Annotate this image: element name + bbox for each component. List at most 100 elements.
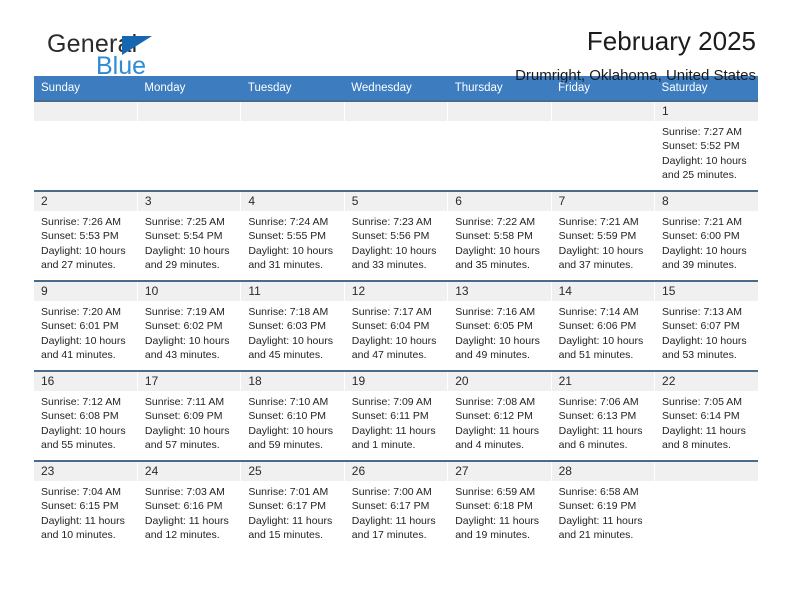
day-cell[interactable] <box>654 460 758 551</box>
day-cell[interactable]: 26 Sunrise: 7:00 AM Sunset: 6:17 PM Dayl… <box>344 460 449 551</box>
calendar-page: General Blue February 2025 Drumright, Ok… <box>0 0 792 612</box>
sunrise-text: Sunrise: 6:59 AM <box>455 486 536 498</box>
day-cell[interactable]: 1 Sunrise: 7:27 AM Sunset: 5:52 PM Dayli… <box>654 100 758 191</box>
day-details: Sunrise: 7:03 AM Sunset: 6:16 PM Dayligh… <box>138 481 240 542</box>
day-cell[interactable]: 18 Sunrise: 7:10 AM Sunset: 6:10 PM Dayl… <box>240 370 345 461</box>
weekday-header-wednesday: Wednesday <box>344 76 448 101</box>
day-cell[interactable]: 12 Sunrise: 7:17 AM Sunset: 6:04 PM Dayl… <box>344 280 449 371</box>
sunrise-text: Sunrise: 7:01 AM <box>248 486 329 498</box>
sunrise-sunset-calendar: Sunday Monday Tuesday Wednesday Thursday… <box>34 76 758 551</box>
day-number <box>241 102 344 121</box>
sunset-text: Sunset: 6:07 PM <box>662 320 740 333</box>
day-number: 14 <box>551 282 655 301</box>
day-cell[interactable]: 6 Sunrise: 7:22 AM Sunset: 5:58 PM Dayli… <box>447 190 552 281</box>
day-number: 9 <box>34 282 137 301</box>
day-cell[interactable]: 21 Sunrise: 7:06 AM Sunset: 6:13 PM Dayl… <box>551 370 656 461</box>
day-cell[interactable]: 25 Sunrise: 7:01 AM Sunset: 6:17 PM Dayl… <box>240 460 345 551</box>
day-cell[interactable]: 4 Sunrise: 7:24 AM Sunset: 5:55 PM Dayli… <box>240 190 345 281</box>
day-cell[interactable]: 5 Sunrise: 7:23 AM Sunset: 5:56 PM Dayli… <box>344 190 449 281</box>
daylight-text: Daylight: 10 hours and 27 minutes. <box>41 244 126 271</box>
day-cell[interactable]: 23 Sunrise: 7:04 AM Sunset: 6:15 PM Dayl… <box>34 460 138 551</box>
daylight-text: Daylight: 11 hours and 17 minutes. <box>351 514 436 541</box>
sunrise-text: Sunrise: 7:25 AM <box>144 216 225 228</box>
day-details: Sunrise: 7:20 AM Sunset: 6:01 PM Dayligh… <box>34 301 137 362</box>
day-number: 28 <box>551 462 655 481</box>
daylight-text: Daylight: 10 hours and 57 minutes. <box>144 424 230 451</box>
day-cell[interactable]: 14 Sunrise: 7:14 AM Sunset: 6:06 PM Dayl… <box>551 280 656 371</box>
day-cell[interactable]: 2 Sunrise: 7:26 AM Sunset: 5:53 PM Dayli… <box>34 190 138 281</box>
day-details: Sunrise: 7:09 AM Sunset: 6:11 PM Dayligh… <box>345 391 447 452</box>
daylight-text: Daylight: 10 hours and 45 minutes. <box>248 334 333 361</box>
day-cell[interactable]: 7 Sunrise: 7:21 AM Sunset: 5:59 PM Dayli… <box>551 190 656 281</box>
day-cell[interactable]: 13 Sunrise: 7:16 AM Sunset: 6:05 PM Dayl… <box>447 280 552 371</box>
sunrise-text: Sunrise: 7:11 AM <box>144 396 225 408</box>
day-details: Sunrise: 7:21 AM Sunset: 6:00 PM Dayligh… <box>655 211 758 272</box>
day-cell[interactable]: 10 Sunrise: 7:19 AM Sunset: 6:02 PM Dayl… <box>137 280 242 371</box>
sunset-text: Sunset: 6:12 PM <box>455 410 533 423</box>
sunset-text: Sunset: 6:00 PM <box>662 230 740 243</box>
day-cell[interactable]: 3 Sunrise: 7:25 AM Sunset: 5:54 PM Dayli… <box>137 190 242 281</box>
sunset-text: Sunset: 6:11 PM <box>351 410 429 423</box>
sunrise-text: Sunrise: 7:06 AM <box>558 396 639 408</box>
day-cell[interactable]: 8 Sunrise: 7:21 AM Sunset: 6:00 PM Dayli… <box>654 190 758 281</box>
day-cell[interactable]: 20 Sunrise: 7:08 AM Sunset: 6:12 PM Dayl… <box>447 370 552 461</box>
day-number: 1 <box>655 102 758 121</box>
day-cell[interactable] <box>447 100 552 191</box>
day-details: Sunrise: 7:06 AM Sunset: 6:13 PM Dayligh… <box>552 391 654 452</box>
day-number: 24 <box>137 462 241 481</box>
daylight-text: Daylight: 10 hours and 59 minutes. <box>248 424 333 451</box>
day-cell[interactable] <box>34 100 138 191</box>
day-cell[interactable]: 16 Sunrise: 7:12 AM Sunset: 6:08 PM Dayl… <box>34 370 138 461</box>
sunset-text: Sunset: 6:06 PM <box>558 320 637 333</box>
day-cell[interactable]: 28 Sunrise: 6:58 AM Sunset: 6:19 PM Dayl… <box>551 460 656 551</box>
sunset-text: Sunset: 6:09 PM <box>144 410 223 423</box>
day-details: Sunrise: 7:11 AM Sunset: 6:09 PM Dayligh… <box>138 391 240 452</box>
day-details: Sunrise: 7:14 AM Sunset: 6:06 PM Dayligh… <box>552 301 654 362</box>
page-header: General Blue February 2025 Drumright, Ok… <box>34 0 758 84</box>
day-cell[interactable]: 15 Sunrise: 7:13 AM Sunset: 6:07 PM Dayl… <box>654 280 758 371</box>
day-cell[interactable]: 9 Sunrise: 7:20 AM Sunset: 6:01 PM Dayli… <box>34 280 138 371</box>
sunrise-text: Sunrise: 7:18 AM <box>248 306 329 318</box>
sunrise-text: Sunrise: 7:22 AM <box>455 216 536 228</box>
day-cell[interactable]: 17 Sunrise: 7:11 AM Sunset: 6:09 PM Dayl… <box>137 370 242 461</box>
page-title: February 2025 <box>586 26 756 56</box>
sunset-text: Sunset: 5:55 PM <box>248 230 326 243</box>
general-blue-logo[interactable]: General Blue <box>34 28 214 84</box>
day-number: 6 <box>448 192 551 211</box>
day-cell[interactable] <box>137 100 242 191</box>
day-cell[interactable]: 27 Sunrise: 6:59 AM Sunset: 6:18 PM Dayl… <box>447 460 552 551</box>
day-cell[interactable] <box>344 100 449 191</box>
sunset-text: Sunset: 6:03 PM <box>248 320 326 333</box>
sunset-text: Sunset: 6:14 PM <box>662 410 740 423</box>
day-details: Sunrise: 7:05 AM Sunset: 6:14 PM Dayligh… <box>655 391 758 452</box>
day-cell[interactable]: 22 Sunrise: 7:05 AM Sunset: 6:14 PM Dayl… <box>654 370 758 461</box>
day-details: Sunrise: 7:21 AM Sunset: 5:59 PM Dayligh… <box>552 211 654 272</box>
day-cell[interactable] <box>240 100 345 191</box>
day-details: Sunrise: 7:23 AM Sunset: 5:56 PM Dayligh… <box>345 211 447 272</box>
daylight-text: Daylight: 10 hours and 35 minutes. <box>455 244 540 271</box>
sunset-text: Sunset: 6:08 PM <box>41 410 119 423</box>
day-number: 17 <box>137 372 241 391</box>
day-number <box>655 462 758 481</box>
day-cell[interactable] <box>551 100 656 191</box>
day-details <box>138 121 240 125</box>
daylight-text: Daylight: 10 hours and 29 minutes. <box>144 244 230 271</box>
day-number <box>551 102 655 121</box>
day-number: 5 <box>344 192 448 211</box>
daylight-text: Daylight: 10 hours and 39 minutes. <box>662 244 747 271</box>
day-details: Sunrise: 7:22 AM Sunset: 5:58 PM Dayligh… <box>448 211 550 272</box>
day-number: 7 <box>551 192 655 211</box>
weekday-header-tuesday: Tuesday <box>240 76 345 101</box>
sunset-text: Sunset: 5:56 PM <box>351 230 430 243</box>
sunrise-text: Sunrise: 7:08 AM <box>455 396 536 408</box>
day-cell[interactable]: 11 Sunrise: 7:18 AM Sunset: 6:03 PM Dayl… <box>240 280 345 371</box>
week-row: 2 Sunrise: 7:26 AM Sunset: 5:53 PM Dayli… <box>34 190 758 281</box>
sunrise-text: Sunrise: 6:58 AM <box>558 486 639 498</box>
daylight-text: Daylight: 10 hours and 43 minutes. <box>144 334 230 361</box>
day-cell[interactable]: 24 Sunrise: 7:03 AM Sunset: 6:16 PM Dayl… <box>137 460 242 551</box>
sunrise-text: Sunrise: 7:19 AM <box>144 306 225 318</box>
day-cell[interactable]: 19 Sunrise: 7:09 AM Sunset: 6:11 PM Dayl… <box>344 370 449 461</box>
day-details: Sunrise: 6:59 AM Sunset: 6:18 PM Dayligh… <box>448 481 550 542</box>
daylight-text: Daylight: 11 hours and 21 minutes. <box>558 514 643 541</box>
daylight-text: Daylight: 11 hours and 19 minutes. <box>455 514 540 541</box>
